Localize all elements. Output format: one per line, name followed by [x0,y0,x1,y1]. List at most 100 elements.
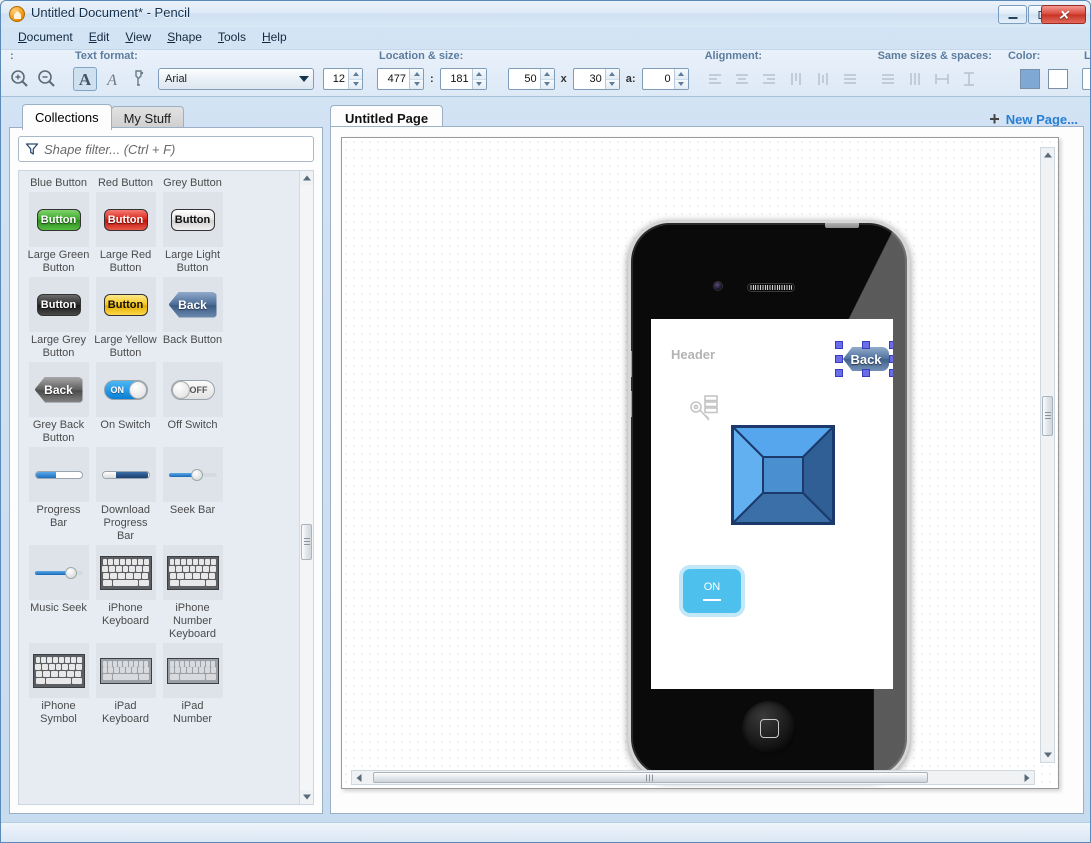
shape-thumbnail[interactable] [163,643,223,698]
line-width-stepper[interactable]: 2 [1082,68,1091,90]
resize-handle-se[interactable] [889,369,893,377]
shape-item[interactable]: Blue Button [25,175,92,190]
fill-color-swatch[interactable] [1020,69,1040,89]
resize-handle-sw[interactable] [835,369,843,377]
shape-grid-scrollbar[interactable] [299,171,313,804]
shape-thumbnail[interactable] [96,643,156,698]
shape-item-iphone-keyboard[interactable]: iPhone Keyboard [92,545,159,641]
position-x-stepper[interactable]: 477 [377,68,424,90]
shape-item-back-button[interactable]: Back Back Button [159,277,226,360]
on-button-shape[interactable]: ON [683,569,741,613]
menu-edit[interactable]: Edit [82,28,117,46]
resize-handle-w[interactable] [835,355,843,363]
shape-item-grey-back-button[interactable]: Back Grey Back Button [25,362,92,445]
canvas-hscroll-thumb[interactable] [373,772,929,783]
canvas-vscroll-thumb[interactable] [1042,396,1053,436]
shape-thumbnail[interactable]: Button [163,192,223,247]
shape-item-iphone-number-keyboard[interactable]: iPhone Number Keyboard [159,545,226,641]
shape-item[interactable]: Red Button [92,175,159,190]
scroll-thumb[interactable] [301,524,312,560]
key-list-icon[interactable] [689,395,721,423]
menu-tools[interactable]: Tools [211,28,253,46]
menu-document[interactable]: Document [11,28,80,46]
text-bold-icon[interactable]: A [73,67,97,91]
shape-item-music-seek[interactable]: Music Seek [25,545,92,641]
shape-item-large-yellow-button[interactable]: Button Large Yellow Button [92,277,159,360]
shape-item-iphone-symbol[interactable]: iPhone Symbol [25,643,92,726]
close-button[interactable]: ✕ [1041,5,1086,24]
shape-thumbnail[interactable] [96,447,156,502]
shape-thumbnail[interactable]: Button [29,277,89,332]
angle-stepper[interactable]: 0 [642,68,689,90]
drawing-canvas[interactable]: Header [341,137,1059,789]
shape-item-large-green-button[interactable]: Button Large Green Button [25,192,92,275]
shape-thumbnail[interactable] [29,545,89,600]
position-y-stepper[interactable]: 181 [440,68,487,90]
shape-thumbnail[interactable]: Back [29,362,89,417]
same-width-icon[interactable] [876,67,900,91]
shape-item-progress-bar[interactable]: Progress Bar [25,447,92,543]
font-family-select[interactable]: Arial [158,68,314,90]
selected-back-button-shape[interactable]: Back [839,345,893,373]
zoom-in-icon[interactable] [8,67,32,91]
shape-item[interactable]: Grey Button [159,175,226,190]
resize-handle-nw[interactable] [835,341,843,349]
same-height-icon[interactable] [903,67,927,91]
canvas-scroll-down-icon[interactable] [1041,748,1054,762]
distribute-horizontal-icon[interactable] [930,67,954,91]
shape-item-ipad-keyboard[interactable]: iPad Keyboard [92,643,159,726]
shape-item-download-progress-bar[interactable]: Download Progress Bar [92,447,159,543]
minimize-button[interactable] [998,5,1027,24]
font-size-stepper[interactable]: 12 [323,68,363,90]
scroll-up-arrow-icon[interactable] [300,171,313,185]
scroll-track[interactable] [300,185,313,790]
shape-thumbnail[interactable]: Button [96,192,156,247]
align-left-icon[interactable] [703,67,727,91]
shape-item-ipad-number[interactable]: iPad Number [159,643,226,726]
canvas-horizontal-scrollbar[interactable] [351,770,1035,785]
font-size-up[interactable] [349,69,362,80]
canvas-scroll-up-icon[interactable] [1041,148,1054,162]
iphone-mockup-shape[interactable]: Header [628,220,910,780]
shape-item-large-light-button[interactable]: Button Large Light Button [159,192,226,275]
shape-thumbnail[interactable] [163,447,223,502]
zoom-out-icon[interactable] [35,67,59,91]
align-top-icon[interactable] [784,67,808,91]
3d-beveled-box-shape[interactable] [731,425,835,525]
shape-filter-input[interactable]: Shape filter... (Ctrl + F) [18,136,314,162]
shape-thumbnail[interactable]: Button [96,277,156,332]
text-color-icon[interactable] [127,67,151,91]
shape-thumbnail[interactable]: OFF [163,362,223,417]
shape-thumbnail[interactable] [29,447,89,502]
shape-item-on-switch[interactable]: ON On Switch [92,362,159,445]
phone-screen[interactable]: Header [651,319,893,689]
height-stepper[interactable]: 30 [573,68,620,90]
menu-view[interactable]: View [118,28,158,46]
align-right-icon[interactable] [757,67,781,91]
shape-thumbnail[interactable]: Back [163,277,223,332]
resize-handle-ne[interactable] [889,341,893,349]
shape-thumbnail[interactable]: ON [96,362,156,417]
shape-thumbnail[interactable]: Button [29,192,89,247]
canvas-vscroll-track[interactable] [1041,162,1054,748]
text-italic-icon[interactable]: A [100,67,124,91]
home-button-icon[interactable] [742,701,796,755]
shape-item-seek-bar[interactable]: Seek Bar [159,447,226,543]
canvas-scroll-left-icon[interactable] [352,771,366,784]
distribute-vertical-icon[interactable] [957,67,981,91]
align-bottom-icon[interactable] [838,67,862,91]
stroke-color-swatch[interactable] [1048,69,1068,89]
canvas-vertical-scrollbar[interactable] [1040,147,1055,763]
canvas-hscroll-track[interactable] [366,771,1020,784]
menu-help[interactable]: Help [255,28,294,46]
shape-item-off-switch[interactable]: OFF Off Switch [159,362,226,445]
align-center-icon[interactable] [730,67,754,91]
width-stepper[interactable]: 50 [508,68,555,90]
font-size-down[interactable] [349,80,362,90]
shape-thumbnail[interactable] [29,643,89,698]
shape-thumbnail[interactable] [96,545,156,600]
shape-thumbnail[interactable] [163,545,223,600]
resize-handle-n[interactable] [862,341,870,349]
tab-collections[interactable]: Collections [22,104,112,130]
scroll-down-arrow-icon[interactable] [300,790,313,804]
